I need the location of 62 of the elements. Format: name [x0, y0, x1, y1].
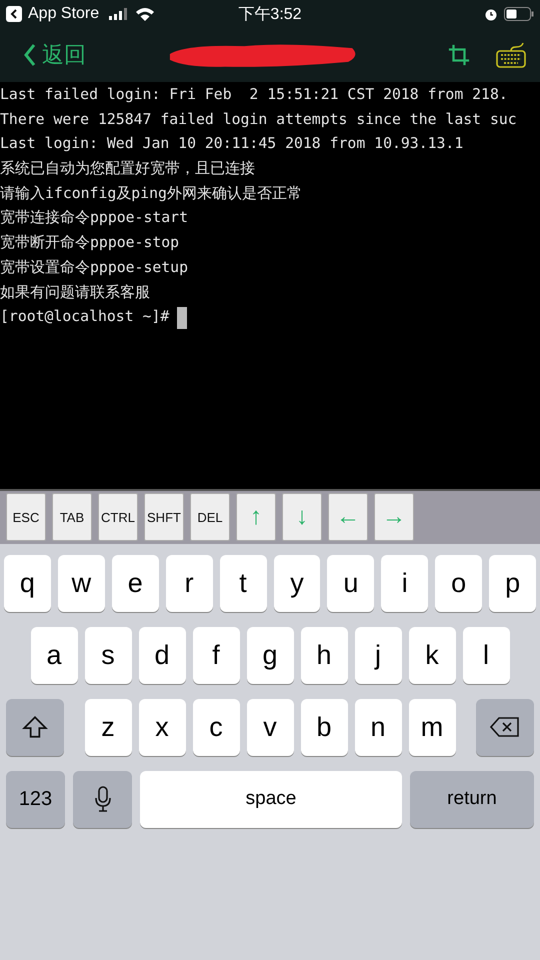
shift-key[interactable] — [6, 698, 64, 756]
terminal-line: 请输入ifconfig及ping外网来确认是否正常 — [0, 184, 303, 204]
microphone-icon — [94, 786, 110, 812]
letter-key[interactable]: v — [246, 698, 294, 756]
extra-key[interactable]: SHFT — [144, 493, 184, 541]
backspace-icon — [490, 716, 520, 738]
letter-key[interactable]: l — [462, 626, 510, 684]
chevron-left-icon — [24, 43, 36, 67]
crop-icon[interactable] — [448, 44, 470, 66]
numbers-key[interactable]: 123 — [6, 770, 65, 828]
terminal-line: There were 125847 failed login attempts since the last suc — [0, 110, 518, 130]
cursor-block — [177, 306, 188, 329]
back-app-icon[interactable] — [6, 6, 22, 22]
letter-key[interactable]: a — [30, 626, 78, 684]
extra-key[interactable]: TAB — [52, 493, 92, 541]
letter-key[interactable]: c — [192, 698, 240, 756]
back-button[interactable]: 返回 — [24, 40, 86, 70]
letter-key[interactable]: u — [327, 554, 374, 612]
wifi-icon — [135, 7, 156, 21]
letter-key[interactable]: s — [84, 626, 132, 684]
letter-key[interactable]: t — [220, 554, 266, 612]
letter-key[interactable]: k — [408, 626, 456, 684]
battery-icon — [504, 7, 534, 21]
letter-key[interactable]: m — [408, 698, 456, 756]
letter-key[interactable]: n — [354, 698, 402, 756]
letter-key[interactable]: o — [435, 554, 482, 612]
letter-key[interactable]: j — [354, 626, 402, 684]
letter-key[interactable]: r — [166, 554, 213, 612]
return-key[interactable]: return — [410, 770, 534, 828]
letter-key[interactable]: z — [84, 698, 132, 756]
terminal-line: Last failed login: Fri Feb 2 15:51:21 CST 2018 from 218. — [0, 85, 509, 105]
terminal-line: 宽带断开命令pppoe-stop — [0, 233, 180, 254]
letter-key[interactable]: p — [489, 554, 536, 612]
letter-key[interactable]: y — [274, 554, 320, 612]
terminal-line: 宽带设置命令pppoe-setup — [0, 258, 189, 278]
letter-key[interactable]: i — [381, 554, 428, 612]
shift-icon — [22, 714, 48, 740]
clock-time: 下午3:52 — [238, 4, 302, 24]
letter-key[interactable]: h — [300, 626, 348, 684]
letter-key[interactable]: d — [138, 626, 186, 684]
back-app-label[interactable]: App Store — [28, 5, 100, 23]
delete-key[interactable] — [476, 698, 534, 756]
terminal-line: 如果有问题请联系客服 — [0, 282, 151, 302]
letter-key[interactable]: w — [58, 554, 105, 612]
alarm-icon — [484, 7, 498, 21]
letter-key[interactable]: b — [300, 698, 348, 756]
letter-key[interactable]: g — [246, 626, 294, 684]
signal-icon — [109, 8, 130, 20]
terminal-line: 宽带连接命令pppoe-start — [0, 208, 189, 228]
terminal-line: Last login: Wed Jan 10 20:11:45 2018 from 10.93.13.1 — [0, 134, 464, 154]
letter-key[interactable]: e — [112, 554, 159, 612]
extra-key[interactable]: ESC — [6, 493, 46, 541]
letter-key[interactable]: q — [4, 554, 51, 612]
keyboard-icon[interactable] — [496, 42, 526, 68]
terminal-line: 系统已自动为您配置好宽带，且已连接 — [0, 159, 256, 180]
extra-key[interactable]: DEL — [190, 493, 230, 541]
terminal-prompt: [root@localhost ~]# — [0, 307, 170, 328]
extra-key[interactable]: CTRL — [98, 493, 138, 541]
letter-key[interactable]: x — [138, 698, 186, 756]
letter-key[interactable]: f — [192, 626, 240, 684]
space-key[interactable]: space — [140, 770, 402, 828]
dictation-key[interactable] — [73, 770, 132, 828]
